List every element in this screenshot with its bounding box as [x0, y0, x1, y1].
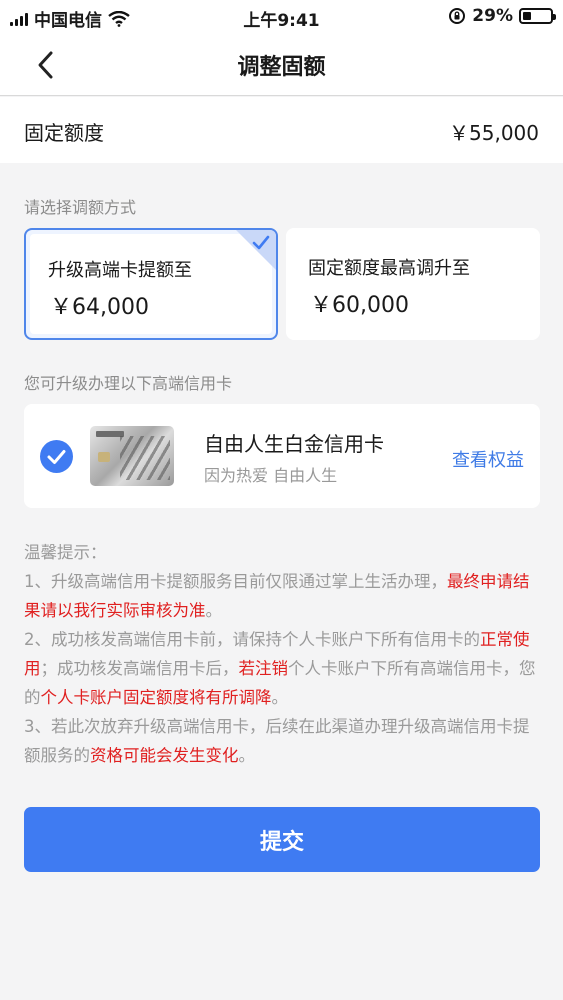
view-benefits-link[interactable]: 查看权益	[452, 446, 524, 472]
option-upgrade-value: ￥64,000	[50, 295, 149, 320]
tip-item-2: 2、成功核发高端信用卡前，请保持个人卡账户下所有信用卡的正常使用；成功核发高端信…	[24, 625, 540, 712]
tip-text: 1、升级高端信用卡提额服务目前仅限通过掌上生活办理，	[24, 572, 447, 591]
card-list-item[interactable]: 自由人生白金信用卡 因为热爱 自由人生 查看权益	[24, 404, 540, 508]
option-fixed-title: 固定额度最高调升至	[308, 258, 470, 279]
submit-button[interactable]: 提交	[24, 807, 540, 872]
orientation-lock-icon	[449, 8, 466, 24]
tip-item-3: 3、若此次放弃升级高端信用卡，后续在此渠道办理升级高端信用卡提额服务的资格可能会…	[24, 712, 540, 770]
tips-block: 温馨提示： 1、升级高端信用卡提额服务目前仅限通过掌上生活办理，最终申请结果请以…	[24, 538, 540, 770]
status-bar: 中国电信 上午9:41 29%	[0, 0, 563, 34]
battery-icon	[519, 8, 556, 24]
page-title: 调整固额	[237, 55, 326, 80]
tip-text: 。	[205, 601, 223, 620]
credit-card-image	[90, 426, 174, 486]
option-fixed-value: ￥60,000	[310, 293, 409, 318]
tip-text: ；成功核发高端信用卡后，	[40, 659, 239, 678]
option-upgrade-card[interactable]: 升级高端卡提额至 ￥64,000	[24, 228, 278, 340]
fixed-limit-row: 固定额度 ￥55,000	[0, 97, 563, 163]
fixed-limit-value: ￥55,000	[449, 121, 539, 145]
tip-highlight: 资格可能会发生变化	[90, 746, 239, 765]
card-chip-icon	[98, 452, 110, 462]
nav-bar: 调整固额	[0, 34, 563, 96]
battery-percent: 29%	[472, 6, 513, 26]
option-upgrade-title: 升级高端卡提额至	[48, 260, 192, 281]
upgrade-card-label: 您可升级办理以下高端信用卡	[24, 374, 233, 393]
tip-highlight: 个人卡账户固定额度将有所调降	[40, 688, 272, 707]
tip-highlight: 若注销	[238, 659, 289, 678]
check-icon	[252, 235, 270, 250]
option-fixed-limit[interactable]: 固定额度最高调升至 ￥60,000	[286, 228, 540, 340]
checked-circle-icon[interactable]	[40, 440, 73, 473]
fixed-limit-label: 固定额度	[24, 121, 104, 145]
tip-text: 2、成功核发高端信用卡前，请保持个人卡账户下所有信用卡的	[24, 630, 480, 649]
tip-text: 。	[238, 746, 256, 765]
card-subtitle: 因为热爱 自由人生	[204, 466, 338, 485]
tip-item-1: 1、升级高端信用卡提额服务目前仅限通过掌上生活办理，最终申请结果请以我行实际审核…	[24, 567, 540, 625]
card-name: 自由人生白金信用卡	[204, 432, 384, 456]
battery-level	[523, 12, 531, 20]
tip-text: 。	[271, 688, 289, 707]
adjust-method-label: 请选择调额方式	[24, 198, 137, 217]
status-right: 29%	[448, 6, 556, 26]
card-pattern	[120, 436, 170, 480]
tips-heading: 温馨提示：	[24, 543, 107, 562]
